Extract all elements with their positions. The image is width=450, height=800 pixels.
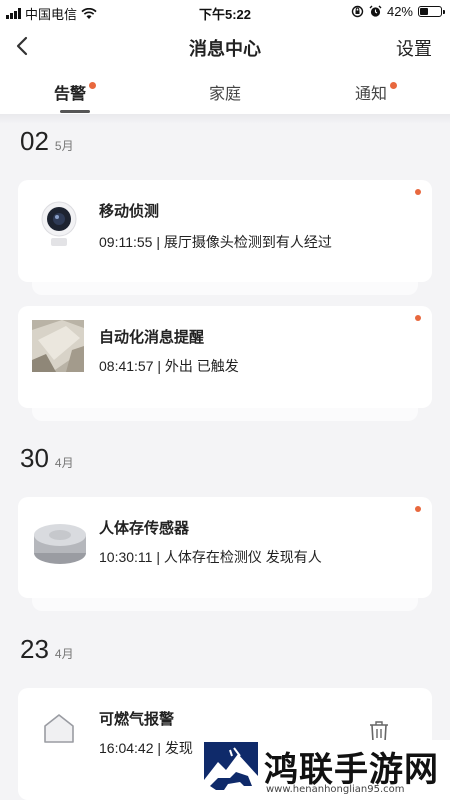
date-day: 02 — [20, 126, 49, 156]
date-header: 30 4月 — [20, 443, 74, 474]
message-title: 可燃气报警 — [99, 711, 175, 728]
card-stack-shadow — [32, 597, 418, 611]
date-day: 23 — [20, 634, 49, 664]
orientation-lock-icon — [351, 5, 364, 18]
message-title: 自动化消息提醒 — [99, 329, 205, 346]
tab-family[interactable]: 家庭 — [209, 80, 241, 104]
battery-icon — [418, 6, 445, 17]
card-stack-shadow — [32, 281, 418, 295]
date-header: 23 4月 — [20, 634, 74, 665]
message-card[interactable]: 移动侦测 09:11:55 | 展厅摄像头检测到有人经过 — [18, 180, 432, 295]
divider — [0, 114, 450, 124]
message-detail: 16:04:42 | 发现 — [99, 740, 193, 756]
nav-bar: 消息中心 设置 — [0, 24, 450, 68]
message-card-body: 自动化消息提醒 08:41:57 | 外出 已触发 — [18, 306, 432, 408]
tab-notifications[interactable]: 通知 — [355, 80, 398, 104]
message-title: 移动侦测 — [99, 203, 160, 220]
unread-dot — [415, 506, 421, 512]
message-card-body: 移动侦测 09:11:55 | 展厅摄像头检测到有人经过 — [18, 180, 432, 282]
alarm-icon — [369, 5, 382, 17]
unread-dot — [415, 189, 421, 195]
tab-alerts[interactable]: 告警 — [54, 80, 97, 104]
unread-dot — [415, 315, 421, 321]
message-detail: 08:41:57 | 外出 已触发 — [99, 358, 239, 374]
date-month: 4月 — [54, 456, 74, 470]
presence-sensor-icon — [32, 513, 88, 569]
message-detail: 10:30:11 | 人体存在检测仪 发现有人 — [99, 549, 322, 565]
message-card-body: 人体存传感器 10:30:11 | 人体存在检测仪 发现有人 — [18, 497, 432, 598]
photo-thumbnail — [32, 320, 84, 372]
watermark: 鸿联手游网 www.henanhonglian95.com — [200, 740, 450, 800]
unread-dot — [89, 82, 97, 89]
battery-percent: 42% — [386, 4, 413, 19]
active-tab-indicator — [60, 110, 90, 113]
date-month: 5月 — [54, 139, 74, 153]
message-card[interactable]: 自动化消息提醒 08:41:57 | 外出 已触发 — [18, 306, 432, 421]
tab-label: 家庭 — [209, 86, 242, 103]
message-title: 人体存传感器 — [99, 520, 190, 537]
tab-label: 告警 — [54, 86, 87, 103]
tab-bar: 告警 家庭 通知 — [0, 68, 450, 114]
gas-sensor-icon — [42, 712, 76, 746]
tab-label: 通知 — [355, 86, 388, 103]
watermark-url: www.henanhonglian95.com — [266, 784, 405, 795]
camera-icon — [32, 196, 86, 250]
page-title: 消息中心 — [189, 39, 261, 59]
date-header: 02 5月 — [20, 126, 74, 157]
unread-dot — [390, 82, 398, 89]
message-card[interactable]: 人体存传感器 10:30:11 | 人体存在检测仪 发现有人 — [18, 497, 432, 611]
status-bar: 中国电信 下午5:22 42% — [0, 0, 450, 24]
card-stack-shadow — [32, 407, 418, 421]
message-detail: 09:11:55 | 展厅摄像头检测到有人经过 — [99, 234, 332, 250]
date-month: 4月 — [54, 647, 74, 661]
bull-logo-icon — [204, 742, 258, 796]
date-day: 30 — [20, 443, 49, 473]
settings-button[interactable]: 设置 — [396, 35, 432, 61]
